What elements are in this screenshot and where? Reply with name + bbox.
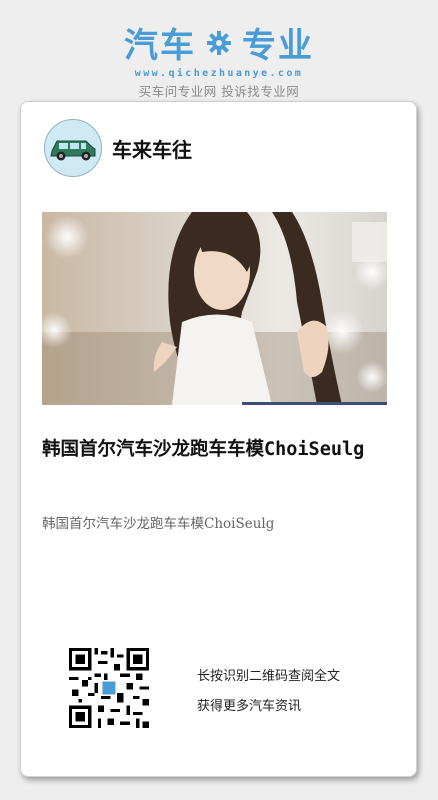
share-page: 汽车 专业 www.qichezhuanye.com 买车问专业网 投诉找专业网: [0, 0, 438, 800]
article-summary: 韩国首尔汽车沙龙跑车车模ChoiSeulg: [42, 516, 275, 532]
logo-tagline: 买车问专业网 投诉找专业网: [138, 84, 300, 99]
qr-caption-line2: 获得更多汽车资讯: [197, 699, 302, 714]
author-name: 车来车往: [112, 137, 192, 162]
qr-code-icon[interactable]: [69, 648, 149, 728]
logo-url: www.qichezhuanye.com: [134, 68, 304, 79]
qr-caption: 长按识别二维码查阅全文 获得更多汽车资讯: [197, 662, 340, 722]
car-avatar-icon: [50, 140, 96, 161]
photo-illustration: [42, 212, 387, 405]
site-logo[interactable]: 汽车 专业 www.qichezhuanye.com 买车问专业网 投诉找专业网: [0, 18, 438, 100]
author-row: 车来车往: [44, 119, 192, 177]
author-avatar: [44, 119, 102, 177]
logo-text-left: 汽车: [124, 26, 196, 66]
gear-icon: [207, 30, 231, 55]
article-card[interactable]: 车来车往 韩国首尔汽车沙龙跑车车模ChoiSeulg 韩国首尔汽车沙龙跑车车模C…: [20, 101, 417, 777]
article-title[interactable]: 韩国首尔汽车沙龙跑车车模ChoiSeulg: [42, 435, 392, 465]
qr-caption-line1: 长按识别二维码查阅全文: [197, 669, 341, 684]
logo-text-right: 专业: [242, 26, 314, 66]
article-photo[interactable]: [42, 212, 387, 405]
logo-wordmark: 汽车 专业: [124, 18, 314, 67]
